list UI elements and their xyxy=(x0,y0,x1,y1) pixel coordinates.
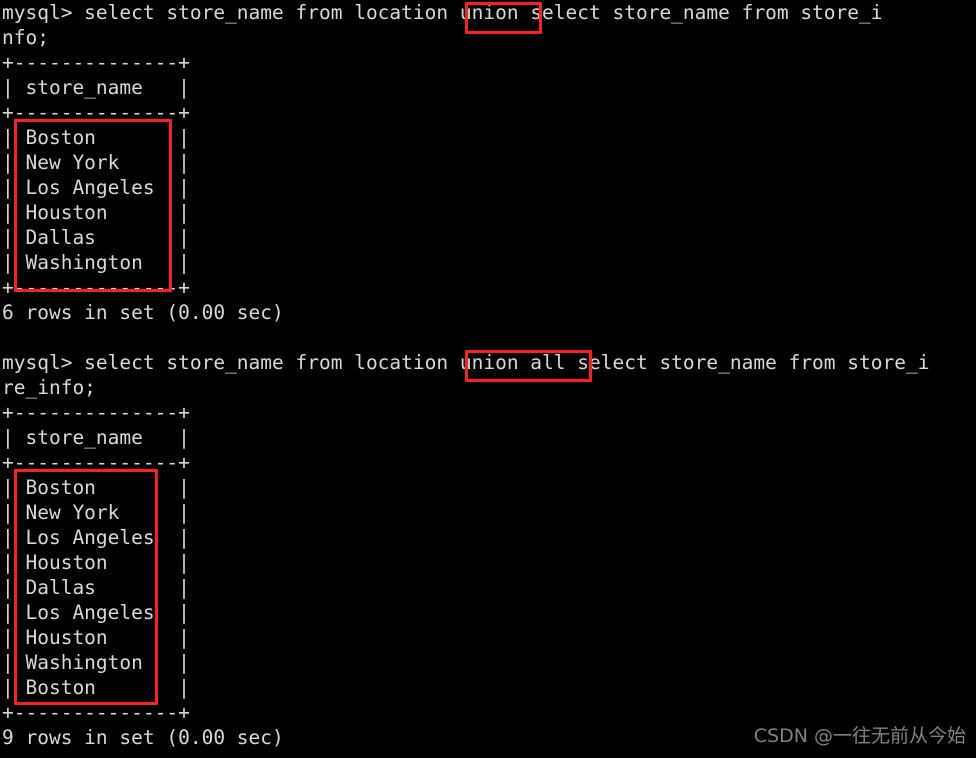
table-row: | Boston | xyxy=(2,126,190,149)
table-row: | Los Angeles | xyxy=(2,176,190,199)
table1-header-row: | store_name | xyxy=(2,76,190,99)
table-row: | Boston | xyxy=(2,676,190,699)
terminal-output: mysql> select store_name from location u… xyxy=(2,0,974,750)
terminal-line-query1-part2: nfo; xyxy=(2,26,49,49)
table1-bottom-border: +--------------+ xyxy=(2,276,190,299)
table-row: | Washington | xyxy=(2,251,190,274)
terminal-line-query2-part2: re_info; xyxy=(2,376,96,399)
csdn-watermark: CSDN @一往无前从今始 xyxy=(753,725,966,747)
table-row: | Washington | xyxy=(2,651,190,674)
table1-header-separator: +--------------+ xyxy=(2,101,190,124)
terminal-line-query1-part1: mysql> select store_name from location u… xyxy=(2,1,883,24)
table-row: | Dallas | xyxy=(2,576,190,599)
table-row: | Boston | xyxy=(2,476,190,499)
table-row: | Houston | xyxy=(2,551,190,574)
table-row: | Los Angeles | xyxy=(2,601,190,624)
table-row: | Los Angeles | xyxy=(2,526,190,549)
table-row: | Dallas | xyxy=(2,226,190,249)
table2-top-border: +--------------+ xyxy=(2,401,190,424)
table-row: | Houston | xyxy=(2,201,190,224)
table2-header-separator: +--------------+ xyxy=(2,451,190,474)
terminal-line-query2-part1: mysql> select store_name from location u… xyxy=(2,351,930,374)
table2-bottom-border: +--------------+ xyxy=(2,701,190,724)
table-row: | New York | xyxy=(2,501,190,524)
table-row: | Houston | xyxy=(2,626,190,649)
table1-top-border: +--------------+ xyxy=(2,51,190,74)
table2-header-row: | store_name | xyxy=(2,426,190,449)
table-row: | New York | xyxy=(2,151,190,174)
table1-status-line: 6 rows in set (0.00 sec) xyxy=(2,301,284,324)
terminal-window[interactable]: mysql> select store_name from location u… xyxy=(0,0,976,758)
